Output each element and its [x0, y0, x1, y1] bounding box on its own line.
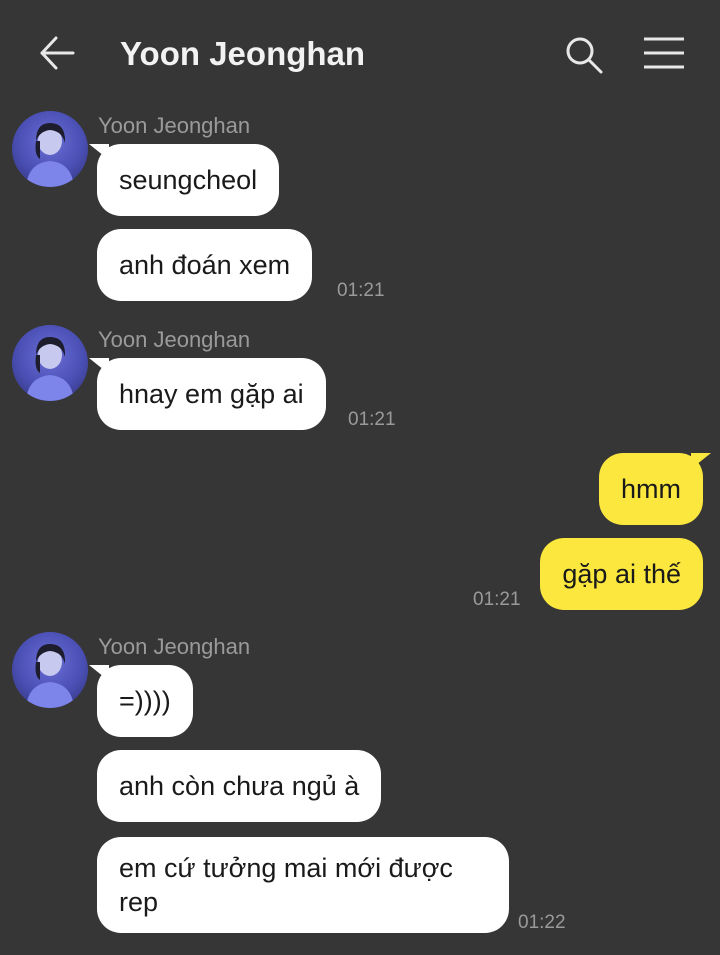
message-bubble[interactable]: gặp ai thế — [540, 538, 703, 610]
chat-screen: Yoon Jeonghan Yoon Jeonghan seungcheol a… — [0, 0, 720, 955]
message-bubble[interactable]: hmm — [599, 453, 711, 525]
message-text: gặp ai thế — [562, 559, 681, 589]
message-text: anh còn chưa ngủ à — [119, 771, 360, 801]
hamburger-menu-icon — [644, 37, 684, 69]
message-text: hnay em gặp ai — [119, 379, 304, 409]
message-text: =)))) — [119, 686, 171, 716]
arrow-left-icon — [40, 36, 75, 70]
profile-photo — [26, 644, 74, 708]
bubble-tail — [89, 665, 109, 681]
message-timestamp: 01:22 — [518, 912, 566, 933]
avatar[interactable] — [12, 632, 88, 708]
bubble-tail — [691, 453, 711, 469]
message-text: hmm — [621, 474, 681, 504]
search-button[interactable] — [563, 34, 605, 76]
message-bubble[interactable]: seungcheol — [89, 144, 280, 216]
message-bubble[interactable]: anh đoán xem — [97, 229, 313, 301]
sender-name: Yoon Jeonghan — [98, 113, 251, 138]
menu-button[interactable] — [642, 34, 686, 74]
search-icon — [566, 37, 603, 74]
message-bubble[interactable]: hnay em gặp ai — [89, 358, 326, 430]
sender-name: Yoon Jeonghan — [98, 327, 251, 352]
message-timestamp: 01:21 — [348, 409, 396, 430]
back-button[interactable] — [36, 34, 78, 76]
message-timestamp: 01:21 — [337, 280, 385, 301]
profile-photo — [26, 337, 74, 401]
message-bubble[interactable]: anh còn chưa ngủ à — [97, 750, 382, 822]
sender-name: Yoon Jeonghan — [98, 634, 251, 659]
message-bubble[interactable]: =)))) — [89, 665, 193, 737]
profile-photo — [26, 123, 74, 187]
message-timestamp: 01:21 — [473, 589, 521, 610]
avatar[interactable] — [12, 111, 88, 187]
avatar[interactable] — [12, 325, 88, 401]
chat-header: Yoon Jeonghan — [0, 0, 720, 108]
bubble-tail — [89, 144, 109, 160]
message-text: anh đoán xem — [119, 250, 291, 280]
message-text: seungcheol — [119, 165, 258, 195]
bubble-tail — [89, 358, 109, 374]
message-bubble[interactable]: em cứ tưởng mai mới được rep — [97, 837, 509, 933]
message-text: em cứ tưởng mai mới được rep — [119, 853, 453, 917]
chat-title: Yoon Jeonghan — [120, 35, 366, 72]
